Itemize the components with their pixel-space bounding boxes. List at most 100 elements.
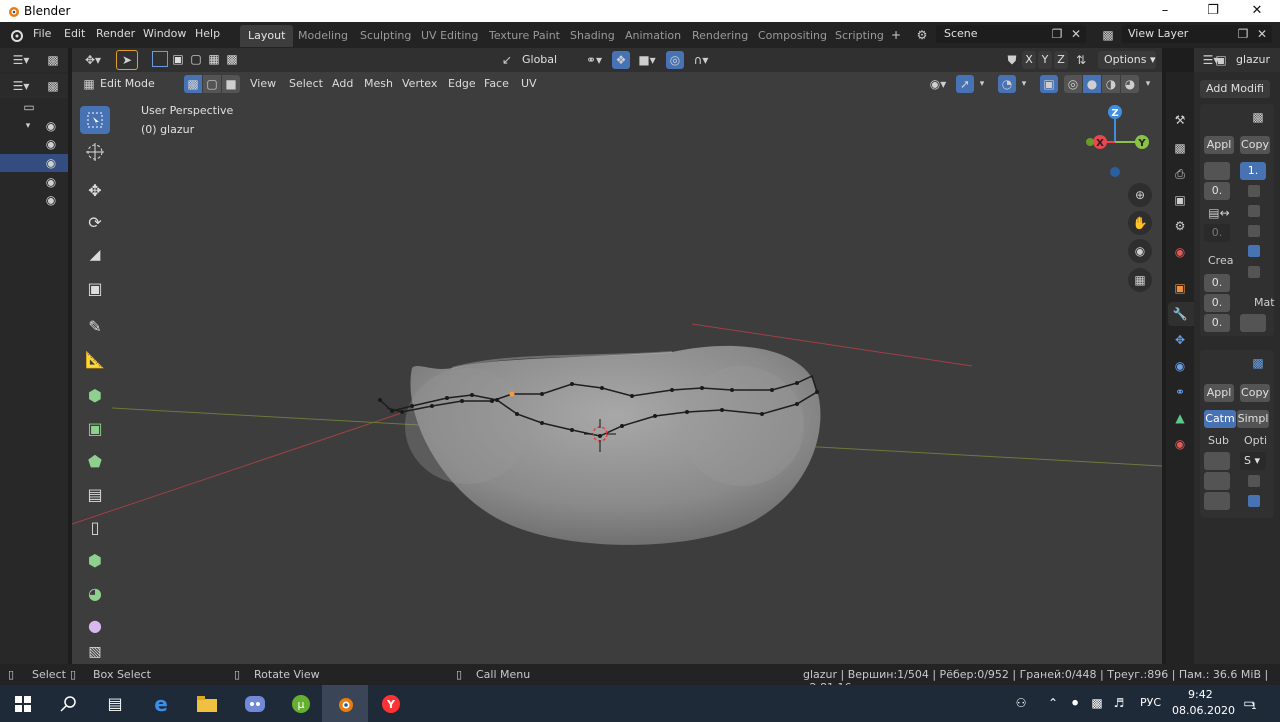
modifier-icon[interactable]: ▩ [1246,108,1270,126]
falloff-icon[interactable]: ∩▾ [686,51,716,69]
transform-orientation-dropdown[interactable]: Global [518,51,572,69]
modifier1-checkbox-2[interactable] [1248,205,1260,217]
render-levels-field[interactable] [1204,472,1230,490]
select-tool-icon[interactable]: ➤ [116,50,138,70]
tab-shading[interactable]: Shading [562,25,623,47]
select-box-tool-icon[interactable] [80,106,110,134]
close-window-button[interactable]: ✕ [1234,0,1280,22]
new-view-layer-icon[interactable]: ❐ [1236,26,1250,42]
object-tab-icon[interactable]: ▣ [1170,278,1190,298]
visibility-eye-icon[interactable]: ◉ [44,156,58,170]
tool-tab-icon[interactable]: ⚒ [1170,110,1190,130]
select-subtract-icon[interactable]: ▢ [188,51,204,67]
visibility-eye-icon[interactable]: ◉ [44,119,58,133]
view-layer-tab-icon[interactable]: ▣ [1170,190,1190,210]
menu-uv[interactable]: UV [521,77,537,90]
material-shading-icon[interactable]: ◑ [1102,75,1120,93]
overlays-dropdown-icon[interactable]: ▾ [1018,75,1030,93]
wireframe-shading-icon[interactable]: ◎ [1064,75,1082,93]
language-indicator[interactable]: РУС [1140,696,1161,709]
merge-tool-icon[interactable]: ▤↔ [1204,204,1234,222]
edge-select-icon[interactable]: ▢ [203,75,221,93]
menu-edit[interactable]: Edit [64,27,85,40]
edge-slide-tool-icon[interactable]: ▧ [80,641,110,663]
select-invert-icon[interactable]: ▦ [206,51,222,67]
knife-tool-icon[interactable]: ▯ [80,513,110,541]
spin-tool-icon[interactable]: ◕ [80,579,110,607]
viewport-canvas[interactable] [72,96,1162,664]
select-intersect-icon[interactable]: ▩ [224,51,240,67]
people-icon[interactable]: ⚇ [1012,694,1030,712]
modifier1-value-4[interactable]: 0. [1204,274,1230,292]
pan-hand-icon[interactable]: ✋ [1128,211,1152,235]
tab-animation[interactable]: Animation [617,25,689,47]
rotate-tool-icon[interactable]: ⟳ [80,208,110,236]
physics-tab-icon[interactable]: ◉ [1170,356,1190,376]
material-tab-icon[interactable]: ◉ [1170,434,1190,454]
subdivision-modifier-icon[interactable]: ▩ [1246,354,1270,372]
clock-time[interactable]: 9:42 [1188,688,1213,701]
apply-button[interactable]: Appl [1204,136,1234,154]
tab-uv-editing[interactable]: UV Editing [413,25,486,47]
modifier1-checkbox-3[interactable] [1248,225,1260,237]
output-tab-icon[interactable]: ⎙ [1170,164,1190,184]
mode-dropdown[interactable]: Edit Mode [96,75,180,93]
menu-vertex[interactable]: Vertex [402,77,437,90]
mirror-z-button[interactable]: Z [1054,51,1068,69]
shading-dropdown-icon[interactable]: ▾ [1142,75,1154,93]
copy-button[interactable]: Copy [1240,136,1270,154]
camera-view-icon[interactable]: ◉ [1128,239,1152,263]
volume-icon[interactable]: ♬ [1112,694,1126,712]
visibility-eye-icon[interactable]: ◉ [44,193,58,207]
tab-layout[interactable]: Layout [240,25,294,47]
windows-start-icon[interactable] [0,685,46,722]
constraints-tab-icon[interactable]: ⚭ [1170,382,1190,402]
smooth-tool-icon[interactable]: ● [80,611,110,639]
modifier1-checkbox-5[interactable] [1248,266,1260,278]
utorrent-icon[interactable]: µ [278,685,324,722]
modifier1-value-6[interactable]: 0. [1204,314,1230,332]
blender-taskbar-icon[interactable] [322,685,368,722]
visibility-icon[interactable]: ◉▾ [924,75,952,93]
network-icon[interactable]: ▩ [1090,694,1104,712]
scene-selector-icon[interactable]: ⚙ [910,26,934,44]
transform-orientation-icon[interactable]: ↙ [500,51,514,69]
modifier1-checkbox-1[interactable] [1248,185,1260,197]
poly-build-tool-icon[interactable]: ⬢ [80,546,110,574]
menu-help[interactable]: Help [195,27,220,40]
search-icon[interactable] [46,685,92,722]
quality-field[interactable] [1204,492,1230,510]
edge-browser-icon[interactable]: e [138,685,184,722]
display-mode-2-icon[interactable]: ▩ [42,78,64,94]
menu-mesh[interactable]: Mesh [364,77,393,90]
editor-type-icon[interactable]: ✥▾ [80,51,106,69]
measure-tool-icon[interactable]: 📐 [80,345,110,373]
modifier1-value-2[interactable]: 0. [1204,182,1230,200]
menu-add[interactable]: Add [332,77,353,90]
solid-shading-icon[interactable]: ● [1083,75,1101,93]
options-dropdown[interactable]: Options ▾ [1098,51,1156,69]
editor-type-2-icon[interactable]: ☰▾ [8,78,34,94]
proportional-edit-icon[interactable]: ◎ [666,51,684,69]
transform-tool-icon[interactable]: ▣ [80,274,110,302]
mirror-y-button[interactable]: Y [1038,51,1052,69]
particles-tab-icon[interactable]: ✥ [1170,330,1190,350]
vertex-select-icon[interactable]: ▩ [184,75,202,93]
microphone-icon[interactable]: ⚫ [1068,694,1082,712]
clock-date[interactable]: 08.06.2020 [1172,704,1235,717]
select-new-icon[interactable] [152,51,168,67]
auto-merge-icon[interactable]: ⇅ [1072,51,1090,69]
mirror-icon[interactable]: ⛊ [1004,51,1020,69]
modifier1-checkbox-4[interactable] [1248,245,1260,257]
data-tab-icon[interactable]: ▲ [1170,408,1190,428]
modifier2-checkbox-1[interactable] [1248,475,1260,487]
visibility-eye-icon[interactable]: ◉ [44,175,58,189]
levels-viewport-field[interactable] [1204,452,1230,470]
modifier1-value-5[interactable]: 0. [1204,294,1230,312]
perspective-toggle-icon[interactable]: ▦ [1128,268,1152,292]
tray-expand-icon[interactable]: ⌃ [1046,694,1060,712]
pivot-point-icon[interactable]: ⚭▾ [580,51,608,69]
face-select-icon[interactable]: ■ [222,75,240,93]
quality-dropdown[interactable]: S ▾ [1240,452,1266,470]
copy-button-2[interactable]: Copy [1240,384,1270,402]
